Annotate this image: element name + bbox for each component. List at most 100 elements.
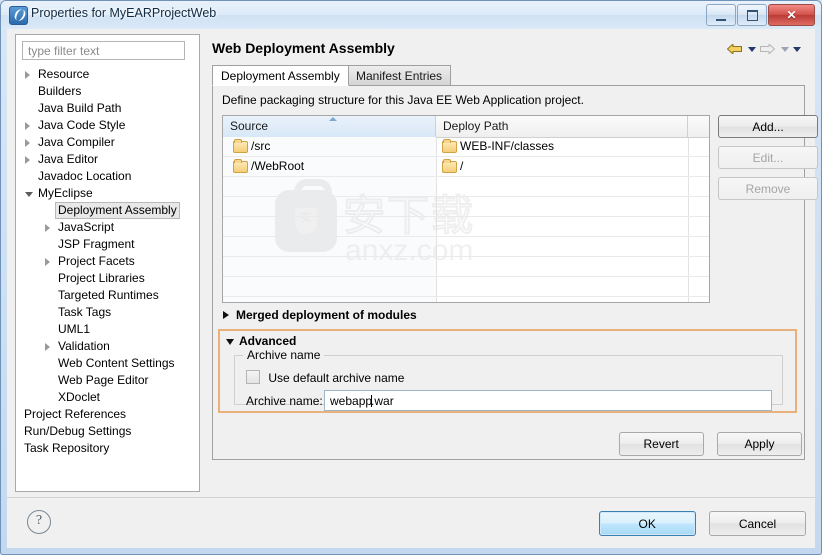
filter-input[interactable]: type filter text [22, 41, 185, 60]
page-title: Web Deployment Assembly [212, 40, 395, 56]
advanced-section: Advanced Archive name Use default archiv… [218, 329, 797, 413]
back-history-dropdown-icon[interactable] [748, 46, 756, 52]
edit-button: Edit... [718, 146, 818, 169]
use-default-archive-name-row[interactable]: Use default archive name [246, 370, 404, 385]
column-header-filler [688, 116, 709, 137]
sidebar-item-javascript[interactable]: JavaScript [16, 219, 199, 236]
settings-tree[interactable]: Resource Builders Java Build Path Java Code… [16, 66, 199, 491]
table-body: /src WEB-INF/classes/WebRoot / [223, 137, 709, 302]
table-row[interactable]: /WebRoot / [223, 157, 709, 177]
sidebar-item-builders[interactable]: Builders [16, 83, 199, 100]
sidebar-item-web-content-settings[interactable]: Web Content Settings [16, 355, 199, 372]
sidebar-item-deployment-assembly[interactable]: Deployment Assembly [16, 202, 199, 219]
revert-button[interactable]: Revert [618, 432, 704, 456]
sidebar-item-label: Javadoc Location [38, 169, 132, 183]
sidebar-item-task-repository[interactable]: Task Repository [16, 440, 199, 457]
sidebar-item-run-debug-settings[interactable]: Run/Debug Settings [16, 423, 199, 440]
table-row[interactable]: /src WEB-INF/classes [223, 137, 709, 157]
apply-button[interactable]: Apply [717, 432, 802, 456]
maximize-button[interactable] [737, 4, 767, 26]
back-arrow-icon[interactable] [727, 42, 744, 56]
sidebar-item-web-page-editor[interactable]: Web Page Editor [16, 372, 199, 389]
page-menu-dropdown-icon[interactable] [793, 46, 801, 52]
remove-button: Remove [718, 177, 818, 200]
column-header-source[interactable]: Source [223, 116, 436, 137]
tab-manifest-entries[interactable]: Manifest Entries [347, 65, 452, 86]
sidebar-item-label: Task Repository [24, 441, 110, 455]
tab-label: Deployment Assembly [221, 69, 340, 83]
sidebar-item-javadoc-location[interactable]: Javadoc Location [16, 168, 199, 185]
sidebar-item-targeted-runtimes[interactable]: Targeted Runtimes [16, 287, 199, 304]
sidebar-item-jsp-fragment[interactable]: JSP Fragment [16, 236, 199, 253]
sidebar-item-label: Java Code Style [38, 118, 126, 132]
tree-expand-arrow-icon[interactable] [25, 122, 30, 130]
minimize-button[interactable] [706, 4, 736, 26]
tab-deployment-assembly[interactable]: Deployment Assembly [212, 65, 349, 86]
close-button[interactable]: ✕ [768, 4, 815, 26]
sidebar-item-label: Project Facets [58, 254, 135, 268]
help-icon[interactable]: ? [27, 510, 51, 534]
sidebar-item-resource[interactable]: Resource [16, 66, 199, 83]
archive-name-label: Archive name: [246, 394, 323, 408]
advanced-section-header[interactable]: Advanced [225, 334, 296, 349]
sidebar-item-uml1[interactable]: UML1 [16, 321, 199, 338]
tree-expand-arrow-icon[interactable] [45, 343, 50, 351]
table-row-empty [223, 217, 709, 237]
sidebar-item-label: Deployment Assembly [55, 202, 180, 219]
source-label: /WebRoot [251, 159, 305, 173]
archive-name-group: Archive name Use default archive name Ar… [234, 348, 783, 411]
sidebar-item-label: Run/Debug Settings [24, 424, 132, 438]
folder-icon [442, 159, 457, 173]
archive-name-value-tail: .war [371, 394, 394, 408]
sidebar-item-label: Java Editor [38, 152, 99, 166]
sidebar-item-project-references[interactable]: Project References [16, 406, 199, 423]
sidebar-item-label: Targeted Runtimes [58, 288, 159, 302]
sidebar-item-java-build-path[interactable]: Java Build Path [16, 100, 199, 117]
column-header-deploy-path[interactable]: Deploy Path [436, 116, 688, 137]
sidebar-item-label: Resource [38, 67, 90, 81]
sidebar-item-java-code-style[interactable]: Java Code Style [16, 117, 199, 134]
source-label: /src [251, 139, 271, 153]
table-row-empty [223, 237, 709, 257]
checkbox-label: Use default archive name [268, 371, 405, 385]
sidebar-item-myeclipse[interactable]: MyEclipse [16, 185, 199, 202]
group-label: Archive name [243, 348, 325, 362]
sidebar-item-label: Java Build Path [38, 101, 122, 115]
section-label: Merged deployment of modules [236, 308, 417, 322]
sidebar-item-task-tags[interactable]: Task Tags [16, 304, 199, 321]
merged-deployment-section[interactable]: Merged deployment of modules [222, 308, 417, 323]
tree-collapse-arrow-icon[interactable] [25, 192, 33, 197]
sidebar-item-java-compiler[interactable]: Java Compiler [16, 134, 199, 151]
page-nav-icons [727, 42, 801, 56]
table-row-empty [223, 257, 709, 277]
tree-expand-arrow-icon[interactable] [25, 71, 30, 79]
sidebar-item-label: Validation [58, 339, 110, 353]
expand-arrow-icon[interactable] [223, 311, 229, 319]
sidebar-item-project-facets[interactable]: Project Facets [16, 253, 199, 270]
archive-name-input[interactable]: webapp.war [324, 390, 772, 411]
folder-icon [442, 139, 457, 153]
tree-expand-arrow-icon[interactable] [45, 258, 50, 266]
assembly-table[interactable]: 安 安下载 anxz.com Source Deploy Path [222, 115, 710, 303]
tree-expand-arrow-icon[interactable] [45, 224, 50, 232]
tree-expand-arrow-icon[interactable] [25, 156, 30, 164]
properties-dialog: Properties for MyEARProjectWeb ✕ type fi… [0, 0, 822, 555]
table-row-empty [223, 277, 709, 297]
sidebar-item-java-editor[interactable]: Java Editor [16, 151, 199, 168]
sidebar-item-label: Web Content Settings [58, 356, 175, 370]
sidebar-item-project-libraries[interactable]: Project Libraries [16, 270, 199, 287]
page-description: Define packaging structure for this Java… [222, 93, 584, 107]
use-default-archive-name-checkbox[interactable] [246, 370, 260, 384]
sidebar-item-xdoclet[interactable]: XDoclet [16, 389, 199, 406]
cell-filler [688, 157, 709, 176]
ok-button[interactable]: OK [598, 511, 696, 536]
folder-icon [233, 139, 248, 153]
cancel-button[interactable]: Cancel [709, 511, 806, 536]
sidebar-item-validation[interactable]: Validation [16, 338, 199, 355]
tree-expand-arrow-icon[interactable] [25, 139, 30, 147]
add-button[interactable]: Add... [718, 115, 818, 138]
table-row-empty [223, 177, 709, 197]
sidebar-item-label: Builders [38, 84, 82, 98]
collapse-arrow-icon[interactable] [226, 339, 234, 345]
sidebar-item-label: Task Tags [58, 305, 112, 319]
